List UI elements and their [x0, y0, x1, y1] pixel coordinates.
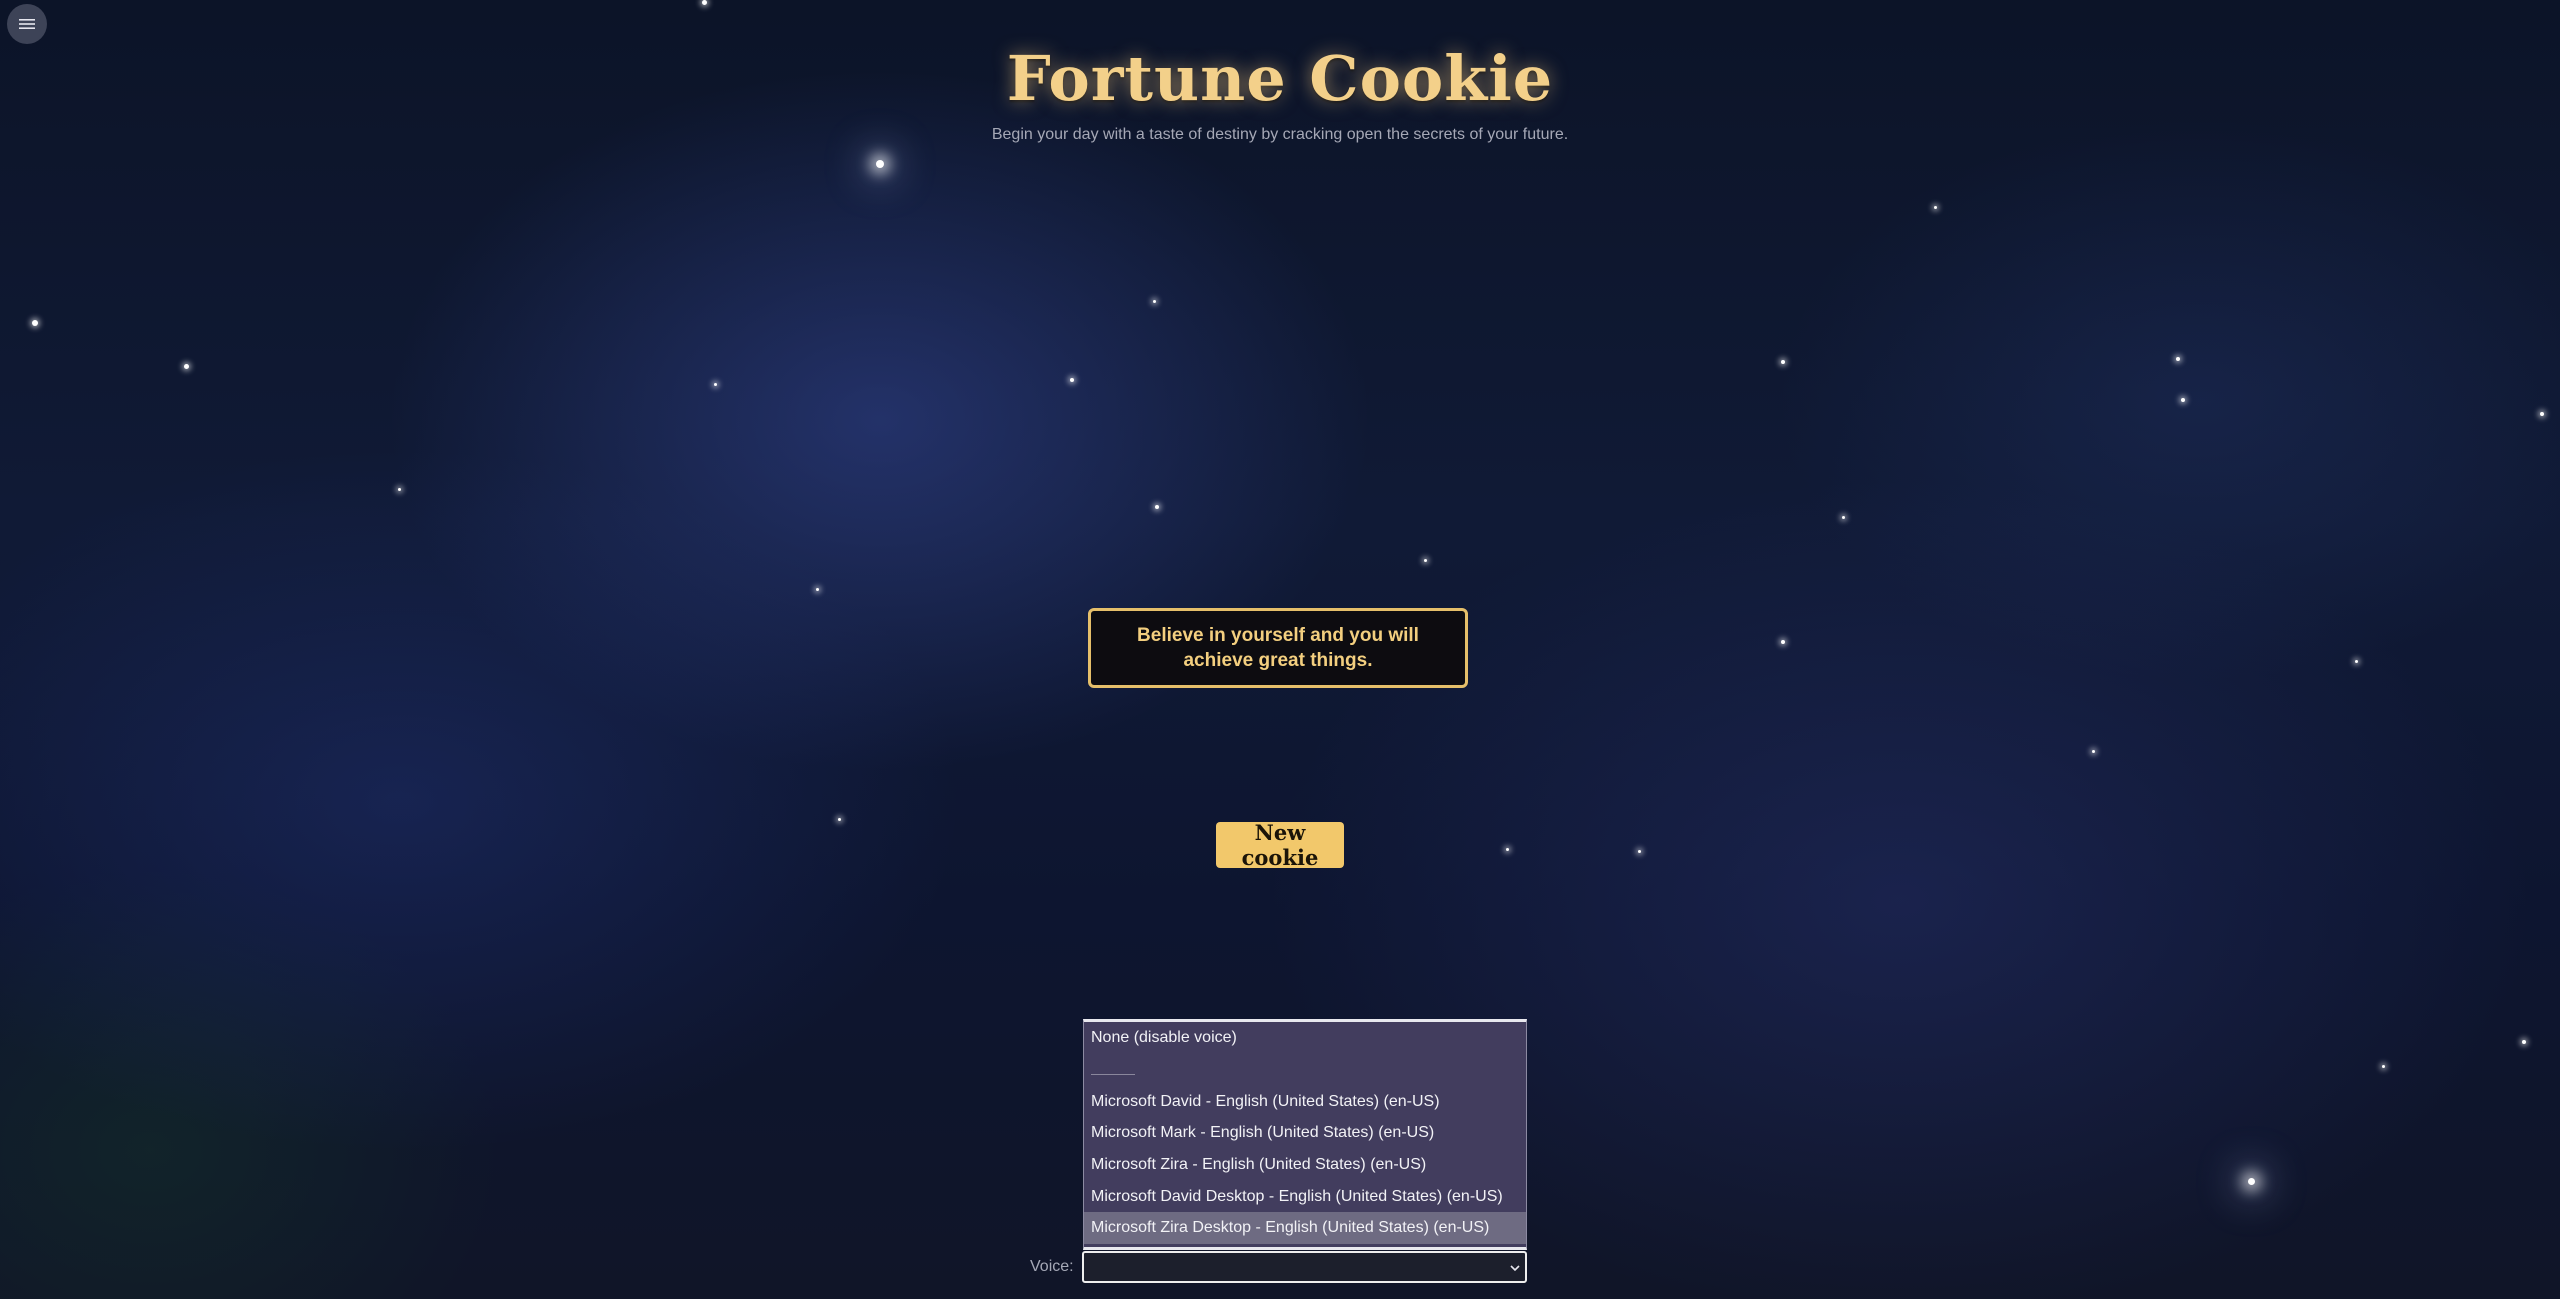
star: [1842, 516, 1845, 519]
star: [1638, 850, 1641, 853]
star: [398, 488, 401, 491]
voice-label: Voice:: [1030, 1258, 1074, 1275]
star: [1506, 848, 1509, 851]
star: [1153, 300, 1156, 303]
star: [2176, 357, 2180, 361]
star: [1781, 360, 1785, 364]
hamburger-menu-icon: [18, 17, 36, 31]
star: [32, 320, 38, 326]
voice-option-david[interactable]: Microsoft David - English (United States…: [1084, 1086, 1526, 1118]
fortune-message-box: Believe in yourself and you will achieve…: [1088, 608, 1468, 688]
star: [1070, 378, 1074, 382]
star: [2181, 398, 2185, 402]
star: [838, 818, 841, 821]
star: [2522, 1040, 2526, 1044]
page-title: Fortune Cookie: [1006, 42, 1554, 115]
chevron-down-icon: [1509, 1261, 1521, 1279]
star: [714, 383, 717, 386]
voice-option-mark[interactable]: Microsoft Mark - English (United States)…: [1084, 1117, 1526, 1149]
star: [184, 364, 189, 369]
star: [2248, 1178, 2255, 1185]
fortune-text: Believe in yourself and you will achieve…: [1137, 625, 1419, 671]
star: [876, 160, 884, 168]
voice-select[interactable]: [1082, 1251, 1527, 1283]
voice-dropdown-list[interactable]: None (disable voice) Microsoft David - E…: [1083, 1019, 1527, 1250]
page-subtitle: Begin your day with a taste of destiny b…: [991, 126, 1569, 143]
new-cookie-button[interactable]: New cookie: [1216, 820, 1344, 870]
voice-option-separator: [1091, 1074, 1135, 1075]
star: [2092, 750, 2095, 753]
star: [1424, 559, 1427, 562]
star: [2355, 660, 2358, 663]
star: [702, 0, 707, 5]
voice-option-zira-desktop[interactable]: Microsoft Zira Desktop - English (United…: [1084, 1212, 1526, 1244]
star: [1155, 505, 1159, 509]
voice-option-zira[interactable]: Microsoft Zira - English (United States)…: [1084, 1149, 1526, 1181]
star: [1934, 206, 1937, 209]
voice-option-none[interactable]: None (disable voice): [1084, 1022, 1526, 1054]
star: [816, 588, 819, 591]
star: [2382, 1065, 2385, 1068]
star: [2540, 412, 2544, 416]
menu-button[interactable]: [7, 4, 47, 44]
star: [1781, 640, 1785, 644]
voice-option-david-desktop[interactable]: Microsoft David Desktop - English (Unite…: [1084, 1181, 1526, 1213]
